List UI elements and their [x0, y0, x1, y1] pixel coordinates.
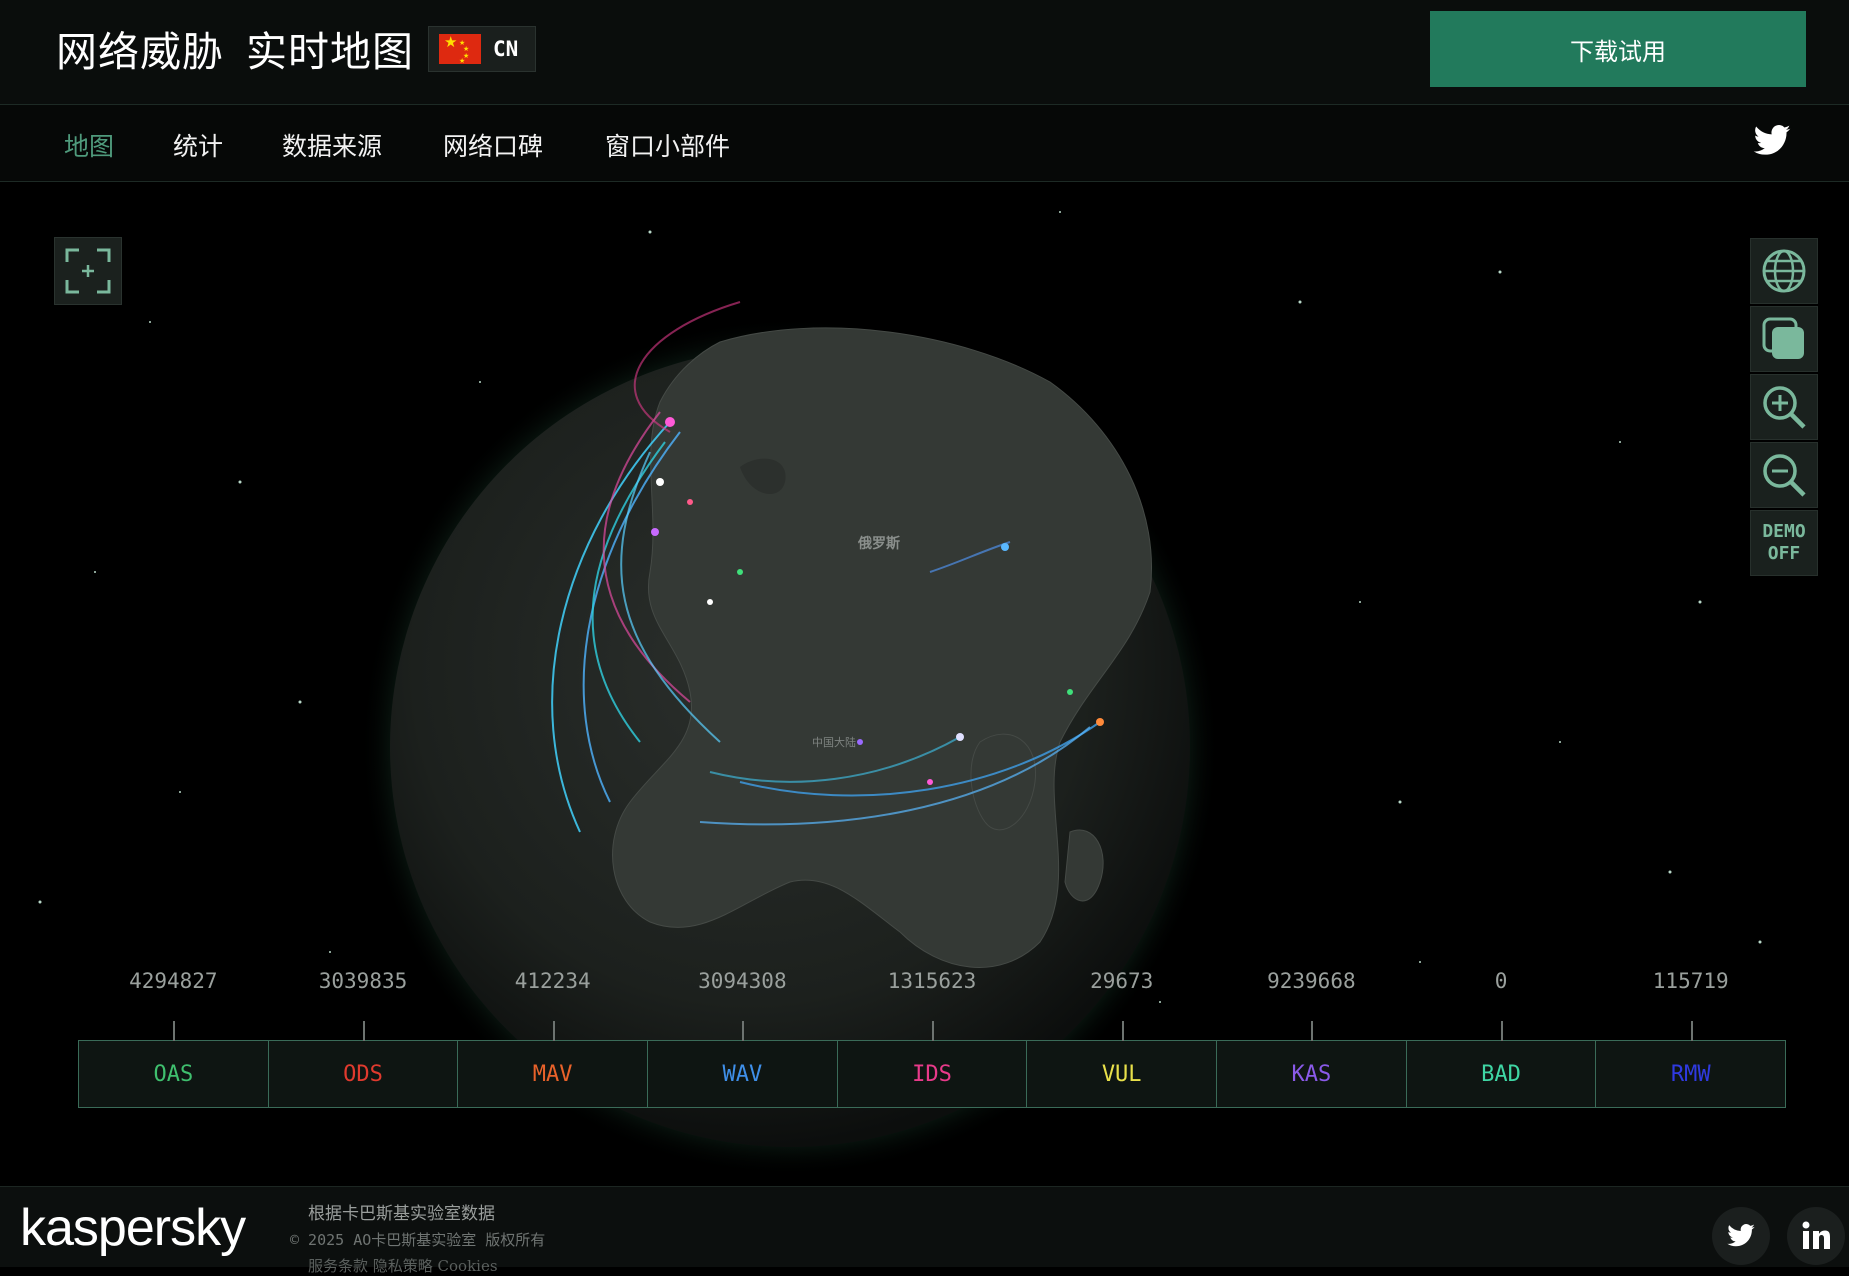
- continents: [612, 327, 1152, 968]
- nav-item-widget[interactable]: 窗口小部件: [605, 127, 730, 163]
- footer: kaspersky 根据卡巴斯基实验室数据 © 2025 AO卡巴斯基实验室 版…: [0, 1186, 1849, 1275]
- stat-tick: [1501, 1021, 1504, 1041]
- stat-mav[interactable]: 412234 MAV: [458, 969, 649, 1107]
- detection-stats-bar: 4294827 OAS 3039835 ODS 412234 MAV 3094308 W…: [78, 969, 1786, 1108]
- stat-kas[interactable]: 9239668 KAS: [1217, 969, 1407, 1107]
- nav-item-map[interactable]: 地图: [64, 127, 114, 163]
- stat-code: IDS: [912, 1061, 952, 1087]
- stat-code: RMW: [1670, 1061, 1711, 1087]
- stat-value: 29673: [1090, 969, 1154, 993]
- stat-tick: [363, 1021, 365, 1041]
- stat-value: 115719: [1652, 969, 1729, 993]
- demo-toggle[interactable]: DEMO OFF: [1750, 510, 1818, 576]
- threat-map[interactable]: 俄罗斯 中国大陆 DEMO OFF: [0, 182, 1849, 1185]
- footer-data-source: 根据卡巴斯基实验室数据: [308, 1204, 495, 1224]
- twitter-icon: [1727, 1224, 1755, 1247]
- country-label-china: 中国大陆: [812, 735, 856, 749]
- kaspersky-logo[interactable]: kaspersky: [20, 1198, 246, 1258]
- stat-value: 412234: [514, 969, 591, 993]
- stat-wav[interactable]: 3094308 WAV: [648, 969, 838, 1107]
- title-part2: 实时地图: [246, 28, 414, 76]
- stat-rmw[interactable]: 115719 RMW: [1596, 969, 1786, 1107]
- stat-tick: [1311, 1021, 1314, 1041]
- stat-code: WAV: [722, 1061, 763, 1087]
- stat-tick: [742, 1021, 745, 1041]
- stat-value: 3039835: [318, 969, 408, 993]
- language-code: CN: [493, 37, 519, 61]
- stat-bad[interactable]: 0 BAD: [1406, 969, 1597, 1107]
- download-trial-button[interactable]: 下载试用: [1430, 11, 1806, 87]
- stat-tick: [1690, 1021, 1693, 1041]
- zoom-out-icon: [1763, 454, 1806, 497]
- stat-vul[interactable]: 29673 VUL: [1027, 969, 1218, 1107]
- stat-value: 3094308: [698, 969, 787, 993]
- stat-tick: [552, 1021, 555, 1041]
- nav-item-reputation[interactable]: 网络口碑: [443, 127, 543, 163]
- stat-ids[interactable]: 1315623 IDS: [837, 969, 1028, 1107]
- main-nav: 地图 统计 数据来源 网络口碑 窗口小部件: [0, 105, 1849, 182]
- fullscreen-button[interactable]: [54, 237, 122, 305]
- stat-code: KAS: [1291, 1061, 1332, 1087]
- demo-label-line2: OFF: [1767, 543, 1801, 564]
- flat-map-button[interactable]: [1750, 306, 1818, 372]
- footer-twitter-button[interactable]: [1712, 1207, 1770, 1265]
- stat-oas[interactable]: 4294827 OAS: [79, 969, 269, 1107]
- layers-icon: [1762, 317, 1804, 359]
- zoom-in-icon: [1763, 386, 1806, 429]
- fullscreen-icon: [65, 248, 111, 294]
- linkedin-icon: [1802, 1221, 1830, 1249]
- stat-code: VUL: [1101, 1061, 1142, 1087]
- stat-tick: [173, 1021, 176, 1041]
- demo-label-line1: DEMO: [1762, 521, 1806, 542]
- footer-copyright: © 2025 AO卡巴斯基实验室 版权所有: [290, 1231, 546, 1249]
- twitter-icon[interactable]: [1752, 121, 1792, 161]
- zoom-in-button[interactable]: [1750, 374, 1818, 440]
- zoom-out-button[interactable]: [1750, 442, 1818, 508]
- stat-code: ODS: [343, 1061, 383, 1087]
- globe-view[interactable]: 俄罗斯 中国大陆: [0, 182, 1849, 1185]
- title-part1: 网络威胁: [56, 28, 224, 76]
- stat-value: 9239668: [1267, 969, 1356, 993]
- top-bar: 网络威胁 实时地图 ★ ★ ★ ★ ★ CN 下载试用: [0, 0, 1849, 105]
- stat-tick: [1121, 1021, 1124, 1041]
- china-flag-icon: ★ ★ ★ ★ ★: [439, 34, 481, 65]
- stat-value: 0: [1494, 969, 1508, 993]
- globe-view-button[interactable]: [1750, 238, 1818, 304]
- stat-ods[interactable]: 3039835 ODS: [268, 969, 459, 1107]
- globe-icon: [1762, 249, 1806, 293]
- stat-code: OAS: [153, 1061, 194, 1087]
- demo-label: DEMO OFF: [1762, 521, 1805, 565]
- nav-item-statistics[interactable]: 统计: [173, 127, 223, 163]
- stat-tick: [932, 1021, 935, 1041]
- stat-code: BAD: [1481, 1061, 1521, 1087]
- language-selector[interactable]: ★ ★ ★ ★ ★ CN: [428, 26, 536, 72]
- page-title: 网络威胁 实时地图: [56, 18, 414, 78]
- country-label-russia: 俄罗斯: [857, 535, 900, 552]
- stat-code: MAV: [532, 1061, 573, 1087]
- nav-item-data-sources[interactable]: 数据来源: [282, 127, 382, 163]
- footer-linkedin-button[interactable]: [1787, 1207, 1845, 1265]
- stat-value: 4294827: [129, 969, 218, 993]
- stat-value: 1315623: [887, 969, 977, 993]
